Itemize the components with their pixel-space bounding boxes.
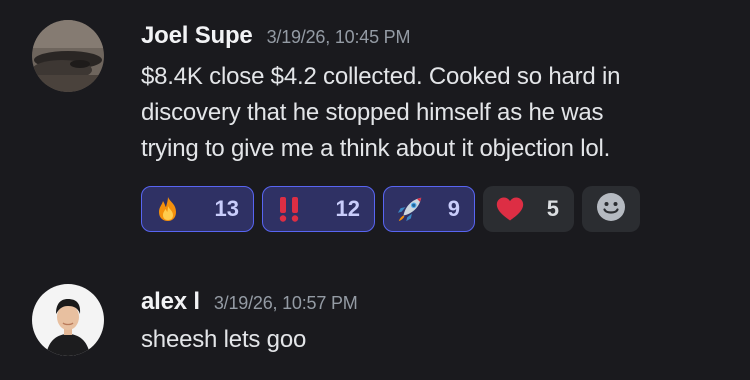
avatar-joel-supe[interactable] — [32, 20, 104, 92]
author-name[interactable]: alex l — [141, 288, 200, 316]
reaction-heart[interactable]: 5 — [483, 186, 574, 232]
avatar-alex-l[interactable] — [32, 284, 104, 356]
reaction-double-exclamation[interactable]: 12 — [262, 186, 375, 232]
author-name[interactable]: Joel Supe — [141, 22, 253, 50]
fire-icon — [154, 195, 182, 223]
add-reaction-button[interactable] — [582, 186, 640, 232]
message-content: $8.4K close $4.2 collected. Cooked so ha… — [141, 59, 731, 167]
message-content: sheesh lets goo — [141, 322, 731, 358]
double-exclamation-icon — [275, 195, 303, 223]
message-header: Joel Supe 3/19/26, 10:45 PM — [141, 22, 410, 50]
reaction-count: 9 — [447, 196, 460, 221]
reaction-fire[interactable]: 13 — [141, 186, 254, 232]
message-line: $8.4K close $4.2 collected. Cooked so ha… — [141, 63, 621, 90]
message-alex-l: alex l 3/19/26, 10:57 PM sheesh lets goo — [0, 270, 750, 380]
timestamp[interactable]: 3/19/26, 10:57 PM — [214, 293, 358, 314]
message-header: alex l 3/19/26, 10:57 PM — [141, 288, 358, 316]
heart-icon — [496, 195, 524, 223]
timestamp[interactable]: 3/19/26, 10:45 PM — [267, 27, 411, 48]
message-line: trying to give me a think about it objec… — [141, 135, 611, 162]
avatar-image — [32, 284, 104, 356]
reaction-count: 12 — [335, 196, 360, 221]
reaction-rocket[interactable]: 9 — [383, 186, 475, 232]
avatar-image — [32, 20, 104, 92]
message-line: sheesh lets goo — [141, 326, 307, 353]
reaction-count: 13 — [214, 196, 239, 221]
message-line: discovery that he stopped himself as he … — [141, 99, 604, 126]
rocket-icon — [396, 195, 424, 223]
reaction-count: 5 — [546, 196, 559, 221]
add-reaction-smiley-icon — [596, 192, 626, 227]
message-joel-supe: Joel Supe 3/19/26, 10:45 PM $8.4K close … — [0, 0, 750, 250]
reactions-bar: 13 12 9 5 — [141, 186, 640, 232]
